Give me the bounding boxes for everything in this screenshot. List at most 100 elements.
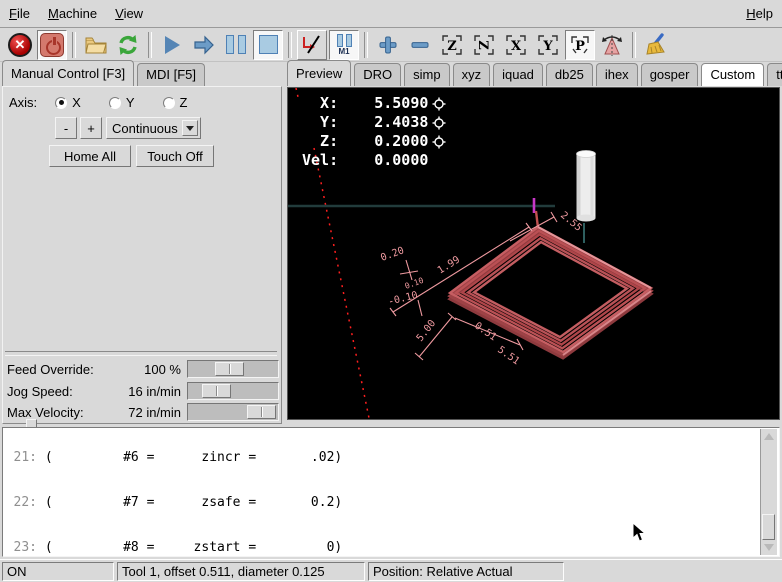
jog-speed-label: Jog Speed: [7,384,73,399]
home-all-button[interactable]: Home All [49,145,131,167]
svg-text:0.10: 0.10 [404,276,425,291]
svg-text:P: P [575,39,585,54]
view-p-icon: P [569,34,591,56]
estop-icon: ✕ [8,33,32,57]
scroll-up-arrow[interactable] [761,429,776,444]
feed-override-handle[interactable] [215,362,244,376]
panel-divider [5,351,277,356]
jog-minus-button[interactable]: - [55,117,77,139]
menu-file[interactable]: File [0,1,39,26]
axis-radio-z[interactable]: Z [163,95,188,110]
optional-pause-icon: M1 [337,34,352,56]
gcode-lines: 21: ( #6 = zincr = .02) 22: ( #7 = zsafe… [3,427,779,557]
view-x-button[interactable]: X [501,30,531,60]
menu-machine[interactable]: Machine [39,1,106,26]
skip-lines-toggle[interactable] [297,30,327,60]
toolbar-separator [288,32,292,58]
tab-ttt[interactable]: ttt [767,63,782,86]
pause-button[interactable] [221,30,251,60]
max-velocity-handle[interactable] [247,405,276,419]
menu-help[interactable]: Help [737,1,782,26]
jog-plus-button[interactable]: + [80,117,102,139]
feed-override-value: 100 % [144,362,181,377]
power-icon [40,33,64,57]
tab-simp[interactable]: simp [404,63,449,86]
preview-tab-bar: Preview DRO simp xyz iquad db25 ihex gos… [287,63,782,86]
skip-lines-icon [300,33,324,57]
view-y-icon: Y [537,34,559,56]
menu-view[interactable]: View [106,1,152,26]
scroll-thumb[interactable] [762,514,775,540]
view-p-button[interactable]: P [565,30,595,60]
max-velocity-value: 72 in/min [128,405,181,420]
axis-label: Axis: [9,95,37,110]
zoom-in-button[interactable] [373,30,403,60]
reload-icon [116,33,140,57]
dro-row-z: Z:0.2000 [302,132,446,151]
max-velocity-row: Max Velocity: 72 in/min [7,402,279,422]
machine-state-status: ON [2,562,114,581]
tab-xyz[interactable]: xyz [453,63,491,86]
tab-gosper[interactable]: gosper [641,63,699,86]
view-z-icon: Z [441,34,463,56]
limit-line [296,88,298,97]
step-button[interactable] [189,30,219,60]
view-x-icon: X [505,34,527,56]
menu-bar: File Machine View Help [0,0,782,28]
gcode-line: 21: ( #6 = zincr = .02) [7,450,779,465]
dro-row-y: Y:2.4038 [302,113,446,132]
tab-ihex[interactable]: ihex [596,63,638,86]
view-z-button[interactable]: Z [437,30,467,60]
tab-manual-control[interactable]: Manual Control [F3] [2,60,134,86]
reload-button[interactable] [113,30,143,60]
open-folder-icon [84,35,108,55]
combo-arrow-button[interactable] [182,120,198,136]
run-button[interactable] [157,30,187,60]
svg-text:1.99: 1.99 [436,254,462,276]
tab-mdi[interactable]: MDI [F5] [137,63,205,86]
clear-plot-button[interactable] [641,30,671,60]
dro-readout: X:5.5090 Y:2.4038 Z:0.2000 Vel:0.0000 [302,94,446,170]
toolbar-separator [632,32,636,58]
gcode-scrollbar[interactable] [760,429,777,555]
rotate-cone-icon [600,33,624,57]
stop-button[interactable] [253,30,283,60]
estop-button[interactable]: ✕ [5,30,35,60]
toolbar-separator [72,32,76,58]
max-velocity-slider[interactable] [187,403,279,421]
svg-text:5.00: 5.00 [415,318,439,344]
gcode-line: 22: ( #7 = zsafe = 0.2) [7,495,779,510]
tab-iquad[interactable]: iquad [493,63,543,86]
status-bar: ON Tool 1, offset 0.511, diameter 0.125 … [0,559,782,582]
jog-speed-slider[interactable] [187,382,279,400]
machine-power-button[interactable] [37,30,67,60]
rotate-view-button[interactable] [597,30,627,60]
view-z-rotated-icon: Z [473,34,495,56]
tab-custom[interactable]: Custom [701,63,764,86]
axis-radio-y[interactable]: Y [109,95,135,110]
jog-mode-select[interactable]: Continuous [106,117,201,139]
radio-y-icon [109,97,121,109]
homed-icon [432,116,446,130]
tab-db25[interactable]: db25 [546,63,593,86]
axis-radio-x[interactable]: X [55,95,81,110]
gcode-listing[interactable]: 21: ( #6 = zincr = .02) 22: ( #7 = zsafe… [2,427,780,557]
dro-row-x: X:5.5090 [302,94,446,113]
homed-icon [432,135,446,149]
jog-speed-handle[interactable] [202,384,231,398]
jog-speed-value: 16 in/min [128,384,181,399]
view-y-button[interactable]: Y [533,30,563,60]
tab-dro[interactable]: DRO [354,63,401,86]
left-tab-bar: Manual Control [F3] MDI [F5] [2,63,208,86]
optional-pause-toggle[interactable]: M1 [329,30,359,60]
feed-override-slider[interactable] [187,360,279,378]
open-file-button[interactable] [81,30,111,60]
scroll-down-arrow[interactable] [761,540,776,555]
preview-canvas[interactable]: 2.55 1.99 0.20 0.10 -0.10 5.00 0.51 5.51… [287,87,780,420]
touch-off-button[interactable]: Touch Off [136,145,214,167]
zoom-out-button[interactable] [405,30,435,60]
view-z-rotated-button[interactable]: Z [469,30,499,60]
axis-z-label: Z [180,95,188,110]
tab-preview[interactable]: Preview [287,60,351,86]
axis-x-label: X [72,95,81,110]
